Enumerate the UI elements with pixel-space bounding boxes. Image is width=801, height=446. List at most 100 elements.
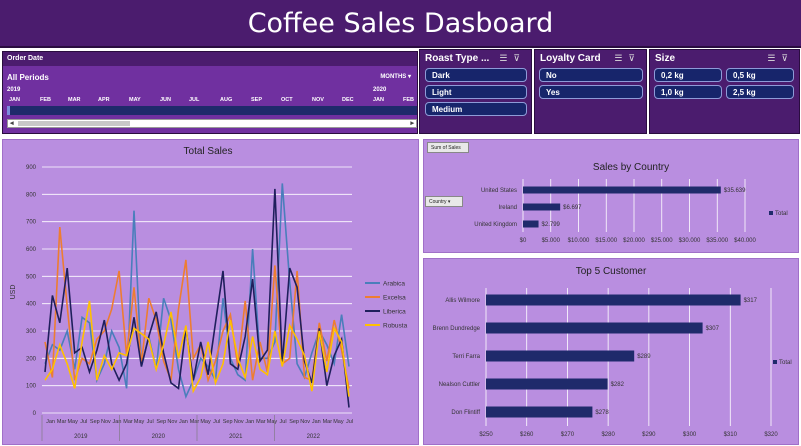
x-tick-label: $10.000 [568,238,590,244]
bar[interactable] [486,378,608,390]
bar[interactable] [523,220,539,228]
bar[interactable] [486,350,635,362]
timeline-month[interactable]: AUG [220,97,232,103]
legend-label: Liberica [383,309,406,316]
timeline-month[interactable]: FEB [40,97,51,103]
x-tick-label: Mar [123,419,133,425]
bar[interactable] [523,203,561,211]
slicer-item-2-5-kg[interactable]: 2,5 kg [726,85,794,99]
loyalty-card-slicer[interactable]: Loyalty Card ☰⊽ No Yes [534,49,647,134]
slicer-item-medium[interactable]: Medium [425,102,527,116]
x-tick-label: $280 [601,432,615,438]
slicer-item-dark[interactable]: Dark [425,68,527,82]
x-year-label: 2019 [74,434,88,440]
timeline-selection-handle[interactable] [7,106,10,115]
x-tick-label: Mar [190,419,200,425]
bar[interactable] [486,406,593,418]
chart-title: Total Sales [184,146,233,157]
data-label: $35.639 [724,188,746,194]
timeline-month[interactable]: OCT [281,97,293,103]
y-tick-label: 200 [26,356,37,362]
x-tick-label: Jan [245,419,254,425]
x-tick-label: Sep [289,419,299,425]
roast-type-slicer[interactable]: Roast Type ... ☰⊽ Dark Light Medium [419,49,532,134]
x-tick-label: $20.000 [623,238,645,244]
legend-label: Arabica [383,281,405,288]
dashboard-title-bar: Coffee Sales Dasboard [0,0,801,48]
timeline-month[interactable]: JAN [9,97,20,103]
legend-swatch [773,360,777,364]
scrollbar-thumb[interactable] [18,121,130,126]
x-year-label: 2020 [152,434,166,440]
multi-select-icon[interactable]: ☰ [614,53,628,63]
x-tick-label: May [333,419,344,425]
slicer-item-0-2-kg[interactable]: 0,2 kg [654,68,722,82]
timeline-granularity-dropdown[interactable]: MONTHS ▾ [380,73,411,80]
x-tick-label: May [134,419,145,425]
timeline-month[interactable]: JUN [160,97,171,103]
sales-by-country-chart: Sales by Country $0 $5.000 $10.000 $15.000 $… [474,162,787,244]
x-tick-label: Jul [147,419,154,425]
bar[interactable] [486,322,703,334]
multi-select-icon[interactable]: ☰ [499,53,513,63]
timeline-month[interactable]: MAR [68,97,81,103]
clear-filter-icon[interactable]: ⊽ [628,53,641,63]
x-tick-label: Mar [323,419,333,425]
timeline-month[interactable]: SEP [251,97,262,103]
x-year-label: 2021 [229,434,243,440]
slicer-item-light[interactable]: Light [425,85,527,99]
timeline-month[interactable]: JAN [373,97,384,103]
category-label: Terri Farra [452,354,480,360]
slicer-item-yes[interactable]: Yes [539,85,643,99]
slicer-title: Roast Type ... [425,53,490,64]
dashboard-title: Coffee Sales Dasboard [247,7,554,39]
timeline-month[interactable]: MAY [129,97,141,103]
timeline-month[interactable]: FEB [403,97,414,103]
slicer-title: Size [655,53,676,64]
x-year-label: 2022 [307,434,321,440]
y-tick-label: 700 [26,220,37,226]
chart-title: Top 5 Customer [576,266,647,277]
x-tick-label: Mar [57,419,67,425]
timeline-month[interactable]: APR [98,97,110,103]
x-tick-label: $0 [520,238,527,244]
slicer-item-0-5-kg[interactable]: 0,5 kg [726,68,794,82]
scroll-right-icon[interactable]: ▸ [410,119,414,127]
x-tick-label: $270 [561,432,575,438]
timeline-month[interactable]: NOV [312,97,324,103]
clear-filter-icon[interactable]: ⊽ [781,53,794,63]
bar[interactable] [523,186,721,194]
x-tick-label: Nov [300,419,310,425]
category-label: United States [481,188,517,194]
order-date-timeline[interactable]: Order Date All Periods MONTHS ▾ 2019 202… [2,51,418,134]
y-axis-label: USD [10,285,17,300]
legend-label: Excelsa [383,295,406,302]
bar[interactable] [486,294,741,306]
size-slicer[interactable]: Size ☰⊽ 0,2 kg 0,5 kg 1,0 kg 2,5 kg [649,49,800,134]
x-tick-label: Sep [223,419,233,425]
timeline-period-bar[interactable] [7,106,417,115]
timeline-month[interactable]: JUL [189,97,199,103]
y-tick-label: 400 [26,302,37,308]
x-tick-label: $290 [642,432,656,438]
x-tick-label: $310 [724,432,738,438]
total-sales-chart: Total Sales USD 0 100 200 300 400 500 600 700 80… [10,146,408,441]
timeline-scrollbar[interactable]: ◂ ▸ [7,119,417,128]
clear-filter-icon[interactable]: ⊽ [513,53,526,63]
legend-swatch [769,211,773,215]
data-label: $317 [744,298,758,304]
y-tick-label: 500 [26,274,37,280]
x-tick-label: Nov [101,419,111,425]
x-tick-label: Jul [80,419,87,425]
multi-select-icon[interactable]: ☰ [767,53,781,63]
top-5-customer-chart: Top 5 Customer $250 $260 $270 $280 $290 $300 $… [433,266,792,438]
y-tick-label: 600 [26,247,37,253]
scroll-left-icon[interactable]: ◂ [10,119,14,127]
x-tick-label: Jan [312,419,321,425]
category-label: Ireland [499,205,517,211]
slicer-item-1-0-kg[interactable]: 1,0 kg [654,85,722,99]
slicer-title: Loyalty Card [540,53,601,64]
slicer-item-no[interactable]: No [539,68,643,82]
timeline-month[interactable]: DEC [342,97,354,103]
x-tick-label: Jul [280,419,287,425]
